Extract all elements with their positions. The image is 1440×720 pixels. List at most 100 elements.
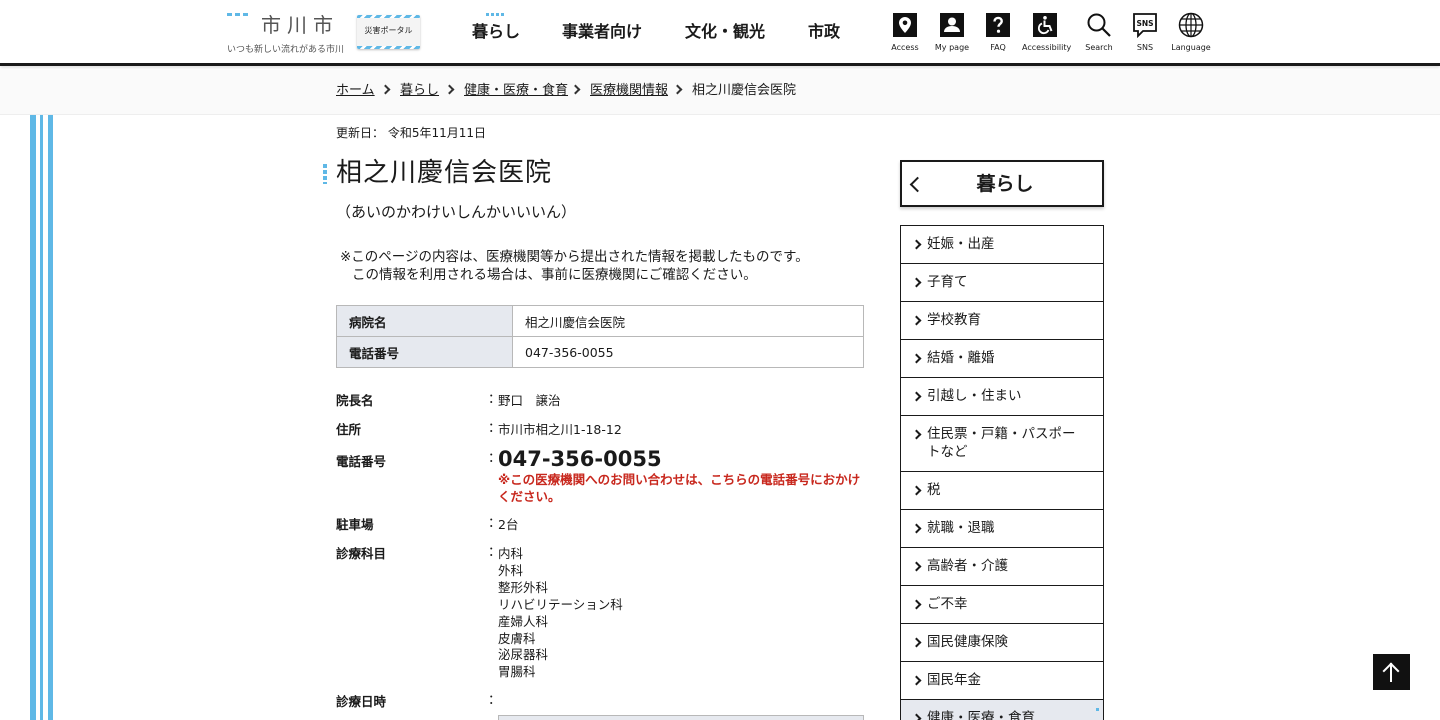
sidenav-item-pension[interactable]: 国民年金 xyxy=(900,662,1104,700)
chevron-right-icon xyxy=(911,713,922,720)
sidenav-item-employment[interactable]: 就職・退職 xyxy=(900,510,1104,548)
list-item: 整形外科 xyxy=(498,579,549,595)
director-label: 院長名 xyxy=(336,393,374,408)
sidenav-item-marriage[interactable]: 結婚・離婚 xyxy=(900,340,1104,378)
language-button[interactable]: Language xyxy=(1168,12,1214,52)
updated-date: 更新日： 令和5年11月11日 xyxy=(336,126,486,140)
search-button[interactable]: Search xyxy=(1076,12,1122,52)
breadcrumb-current: 相之川慶信会医院 xyxy=(692,83,797,98)
list-item: 産婦人科 xyxy=(498,613,549,629)
chevron-right-icon xyxy=(911,429,922,440)
chevron-right-icon xyxy=(911,391,922,402)
list-item: 内科 xyxy=(498,546,524,561)
page-title: 相之川慶信会医院 xyxy=(336,158,553,188)
sidenav-item-bereavement[interactable]: ご不幸 xyxy=(900,586,1104,624)
logo-tagline: いつも新しい流れがある市川 xyxy=(227,45,345,55)
globe-icon xyxy=(1178,12,1204,38)
tel-note: ※この医療機関へのお問い合わせは、こちらの電話番号におかけください。 xyxy=(498,472,861,504)
list-item: 泌尿器科 xyxy=(498,647,549,663)
info-table: 病院名 相之川慶信会医院 電話番号 047-356-0055 xyxy=(336,305,864,368)
list-item: 皮膚科 xyxy=(498,630,536,646)
decor-stripe xyxy=(40,115,43,720)
chevron-right-icon xyxy=(911,561,922,572)
address-value: 市川市相之川1-18-12 xyxy=(498,422,622,437)
breadcrumb: ホーム 暮らし 健康・医療・食育 医療機関情報 相之川慶信会医院 xyxy=(0,69,1440,115)
list-item: 外科 xyxy=(498,562,524,578)
side-nav-list: 妊娠・出産 子育て 学校教育 結婚・離婚 引越し・住まい 住民票・戸籍・パスポー… xyxy=(900,225,1104,720)
breadcrumb-kurashi[interactable]: 暮らし xyxy=(400,82,439,100)
site-logo[interactable]: 市川市 いつも新しい流れがある市川 xyxy=(227,13,345,55)
chevron-right-icon xyxy=(911,239,922,250)
chevron-right-icon xyxy=(911,675,922,686)
wheelchair-icon xyxy=(1033,13,1057,37)
decor-stripe xyxy=(30,115,36,720)
sidenav-item-health[interactable]: 健康・医療・食育 xyxy=(900,700,1104,720)
gnav-kurashi[interactable]: 暮らし xyxy=(472,13,520,44)
chevron-right-icon xyxy=(911,523,922,534)
depts-list: 内科 外科 整形外科 リハビリテーション科 産婦人科 皮膚科 泌尿器科 胃腸科 xyxy=(498,546,623,681)
chevron-right-icon xyxy=(911,353,922,364)
depts-label: 診療科目 xyxy=(336,546,387,561)
svg-text:SNS: SNS xyxy=(1136,19,1153,28)
question-icon xyxy=(986,13,1010,37)
back-to-top-button[interactable] xyxy=(1373,654,1410,690)
table-header-cell: 病院名 xyxy=(336,305,513,337)
user-icon xyxy=(940,13,964,37)
hours-table xyxy=(498,715,864,720)
parking-label: 駐車場 xyxy=(336,517,374,532)
sidenav-item-pregnancy[interactable]: 妊娠・出産 xyxy=(900,225,1104,264)
breadcrumb-home[interactable]: ホーム xyxy=(336,82,375,100)
sidenav-item-education[interactable]: 学校教育 xyxy=(900,302,1104,340)
hours-label: 診療日時 xyxy=(336,694,387,709)
table-cell: 相之川慶信会医院 xyxy=(512,305,864,337)
tel-label: 電話番号 xyxy=(336,454,387,469)
mypage-button[interactable]: My page xyxy=(929,12,975,52)
side-nav-back-button[interactable]: 暮らし xyxy=(900,160,1104,207)
title-accent xyxy=(323,164,327,184)
breadcrumb-health[interactable]: 健康・医療・食育 xyxy=(464,82,568,100)
chevron-right-icon xyxy=(444,84,455,95)
sidenav-item-health-insurance[interactable]: 国民健康保険 xyxy=(900,624,1104,662)
chevron-right-icon xyxy=(672,84,683,95)
sns-icon: SNS xyxy=(1133,13,1157,38)
sidenav-item-childcare[interactable]: 子育て xyxy=(900,264,1104,302)
decor-stripe xyxy=(48,115,53,720)
accessibility-button[interactable]: Accessibility xyxy=(1022,12,1071,52)
chevron-right-icon xyxy=(911,277,922,288)
table-cell: 047-356-0055 xyxy=(512,336,864,368)
disaster-portal-button[interactable]: 災害ポータル xyxy=(357,15,420,49)
sidenav-item-elderly[interactable]: 高齢者・介護 xyxy=(900,548,1104,586)
sns-button[interactable]: SNS SNS xyxy=(1122,12,1168,52)
sidenav-item-tax[interactable]: 税 xyxy=(900,472,1104,510)
table-row: 病院名 相之川慶信会医院 xyxy=(336,305,864,337)
table-row: 電話番号 047-356-0055 xyxy=(336,336,864,368)
logo-mark-icon xyxy=(227,13,249,35)
breadcrumb-medical[interactable]: 医療機関情報 xyxy=(590,82,668,100)
list-item: 胃腸科 xyxy=(498,664,536,680)
parking-value: 2台 xyxy=(498,517,519,532)
list-item: リハビリテーション科 xyxy=(498,596,623,612)
gnav-business[interactable]: 事業者向け xyxy=(562,20,642,44)
access-button[interactable]: Access xyxy=(882,12,928,52)
chevron-right-icon xyxy=(570,84,581,95)
sidenav-item-registry[interactable]: 住民票・戸籍・パスポートなど xyxy=(900,416,1104,472)
logo-name: 市川市 xyxy=(261,13,339,37)
gnav-city-gov[interactable]: 市政 xyxy=(808,20,840,44)
chevron-right-icon xyxy=(911,599,922,610)
map-pin-icon xyxy=(893,13,917,37)
director-value: 野口 譲治 xyxy=(498,393,561,408)
page-reading: （あいのかわけいしんかいいいん） xyxy=(336,203,577,221)
chevron-right-icon xyxy=(380,84,391,95)
colon: ： xyxy=(488,693,502,708)
gnav-culture[interactable]: 文化・観光 xyxy=(685,20,765,44)
notice-text: ※このページの内容は、医療機関等から提出された情報を掲載したものです。 この情報… xyxy=(340,249,809,283)
chevron-right-icon xyxy=(911,315,922,326)
tel-value[interactable]: 047-356-0055 xyxy=(498,446,662,472)
active-indicator xyxy=(486,13,506,16)
search-icon xyxy=(1087,13,1111,37)
address-label: 住所 xyxy=(336,422,362,437)
table-header-cell: 電話番号 xyxy=(336,336,513,368)
chevron-right-icon xyxy=(911,485,922,496)
faq-button[interactable]: FAQ xyxy=(975,12,1021,52)
sidenav-item-moving[interactable]: 引越し・住まい xyxy=(900,378,1104,416)
